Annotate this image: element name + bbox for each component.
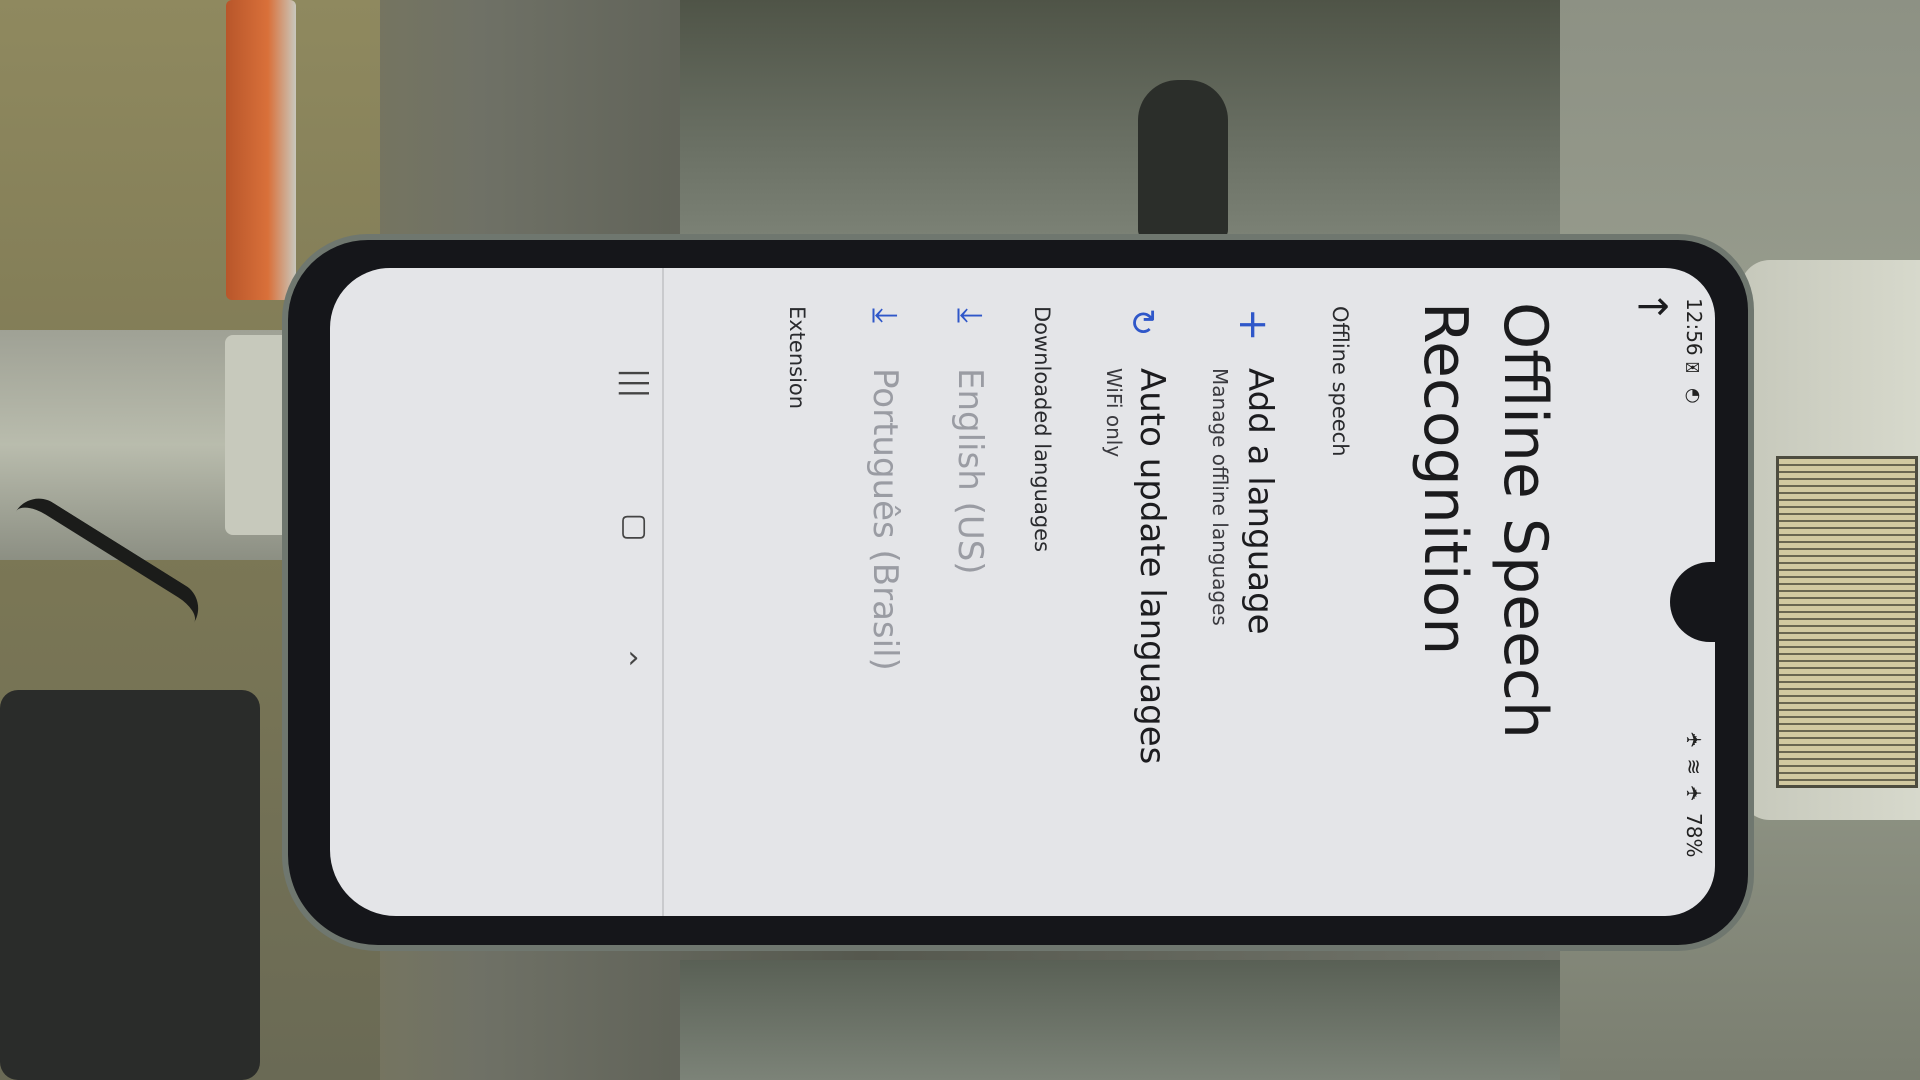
add-language-subtitle[interactable]: Manage offline languages: [1208, 368, 1232, 626]
phone-clamp-left: [225, 335, 295, 535]
refresh-icon[interactable]: ↻: [1122, 308, 1162, 337]
phone-screen: 12:56 ✉ ◔ ✈ ≋ ✈ 78% ← Offline Speech Rec…: [330, 268, 1715, 916]
section-header-downloaded-languages: Downloaded languages: [1030, 306, 1054, 553]
language-item-english[interactable]: English (US): [950, 368, 990, 575]
plus-icon[interactable]: +: [1230, 308, 1276, 342]
background-corridor-reflection: [680, 960, 1680, 1080]
background-orange-tag: [226, 0, 296, 300]
status-battery: 78%: [1682, 813, 1706, 858]
auto-update-subtitle[interactable]: WiFi only: [1102, 368, 1126, 457]
navigation-bar-divider: [662, 268, 664, 916]
back-arrow-icon[interactable]: ←: [1630, 284, 1676, 330]
background-person: [1138, 80, 1228, 240]
auto-update-title[interactable]: Auto update languages: [1132, 368, 1172, 764]
chevron-back-icon[interactable]: ‹: [616, 642, 651, 677]
language-item-portuguese[interactable]: Português (Brasil): [865, 368, 905, 671]
status-notification-icons: ✉ ◔: [1682, 358, 1703, 406]
recents-icon[interactable]: |||: [618, 368, 653, 398]
status-signal-icons: ✈ ≋ ✈: [1682, 728, 1706, 806]
page-title-line2: Recognition: [1410, 302, 1480, 656]
background-corridor: [680, 0, 1580, 240]
home-icon[interactable]: ▢: [616, 508, 651, 543]
page-title-line1: Offline Speech: [1490, 302, 1560, 739]
download-icon[interactable]: ⤓: [950, 308, 990, 323]
add-language-title[interactable]: Add a language: [1240, 368, 1280, 635]
download-icon[interactable]: ⤓: [865, 308, 905, 323]
status-time: 12:56: [1682, 298, 1706, 356]
section-header-offline-speech: Offline speech: [1328, 306, 1352, 457]
camera-housing: [0, 690, 260, 1080]
section-header-extension: Extension: [785, 306, 809, 410]
warning-label-sticker: [1776, 456, 1918, 788]
